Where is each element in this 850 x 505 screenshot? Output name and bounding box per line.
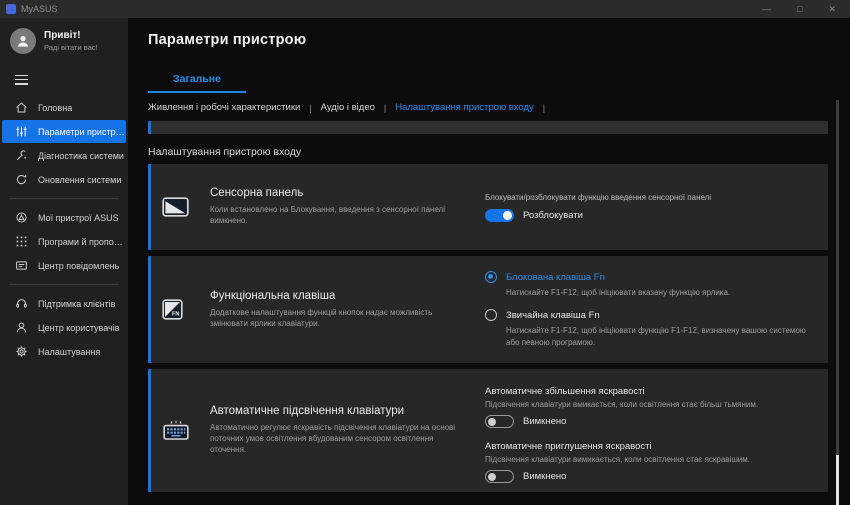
titlebar: MyASUS — □ ✕: [0, 0, 850, 18]
sidebar-item-home[interactable]: Головна: [2, 96, 126, 119]
auto-brightness-down-description: Підсвічення клавіатури вимикається, коли…: [485, 455, 816, 464]
sidebar-item-label: Головна: [38, 103, 72, 113]
message-icon: [15, 259, 29, 273]
subnav-input-device-settings[interactable]: Налаштування пристрою входу: [395, 102, 534, 113]
card-title: Автоматичне підсвічення клавіатури: [210, 405, 467, 417]
sidebar-item-device-settings[interactable]: Параметри пристрою: [2, 120, 126, 143]
tab-general[interactable]: Загальне: [148, 69, 246, 93]
sidebar-item-settings[interactable]: Налаштування: [2, 340, 126, 363]
sidebar: Привіт! Раді вітати вас! Головна: [0, 18, 128, 505]
sidebar-item-diagnostics[interactable]: Діагностика системи: [2, 144, 126, 167]
wrench-icon: [15, 149, 29, 163]
sidebar-item-my-devices[interactable]: Мої пристрої ASUS: [2, 206, 126, 229]
auto-brightness-down-toggle[interactable]: [485, 470, 514, 483]
auto-brightness-up-title: Автоматичне збільшення яскравості: [485, 386, 816, 397]
radio-locked-fn[interactable]: Блокована клавіша Fn: [485, 271, 816, 283]
greeting-title: Привіт!: [44, 30, 98, 41]
apps-grid-icon: [15, 235, 29, 249]
sidebar-item-customer-support[interactable]: Підтримка клієнтів: [2, 292, 126, 315]
scrollbar-thumb[interactable]: [836, 455, 839, 505]
myasus-window: MyASUS — □ ✕ Привіт! Раді вітати вас!: [0, 0, 850, 505]
person-icon: [15, 321, 29, 335]
tab-bar: Загальне: [148, 69, 828, 93]
tab-general-label: Загальне: [173, 73, 221, 85]
sidebar-item-system-update[interactable]: Оновлення системи: [2, 168, 126, 191]
sidebar-item-label: Підтримка клієнтів: [38, 299, 115, 309]
main-content: Параметри пристрою Загальне Живлення і р…: [128, 18, 850, 505]
sidebar-nav: Головна Параметри пристрою Діаг: [0, 96, 128, 363]
radio-label: Блокована клавіша Fn: [506, 272, 605, 283]
card-description: Автоматично регулює яскравість підсвічен…: [210, 423, 467, 455]
auto-brightness-up-toggle[interactable]: [485, 415, 514, 428]
section-title: Налаштування пристрою входу: [148, 146, 828, 158]
radio-selected-icon[interactable]: [485, 271, 497, 283]
divider: [9, 198, 119, 199]
page-title: Параметри пристрою: [148, 32, 828, 48]
auto-brightness-down-title: Автоматичне приглушення яскравості: [485, 441, 816, 452]
subnav-separator: |: [543, 103, 545, 113]
subnav: Живлення і робочі характеристики | Аудіо…: [148, 102, 828, 113]
card-description: Додаткове налаштування функцій кнопок на…: [210, 308, 467, 330]
radio-unselected-icon[interactable]: [485, 309, 497, 321]
auto-brightness-down-state: Вимкнено: [523, 471, 566, 482]
radio-description: Натискайте F1-F12, щоб ініціювати вказан…: [506, 287, 816, 298]
person-silhouette-icon: [15, 33, 31, 49]
sidebar-item-label: Центр повідомлень: [38, 261, 119, 271]
touchpad-card: Сенсорна панель Коли встановлено на Блок…: [148, 164, 828, 250]
sidebar-item-label: Налаштування: [38, 347, 100, 357]
svg-text:FN: FN: [172, 312, 179, 318]
card-title: Функціональна клавіша: [210, 290, 467, 302]
subnav-separator: |: [384, 103, 386, 113]
keyboard-backlight-card: Автоматичне підсвічення клавіатури Автом…: [148, 369, 828, 492]
touchpad-toggle-state: Розблокувати: [523, 210, 583, 221]
maximize-button[interactable]: □: [797, 0, 802, 18]
subnav-power-performance[interactable]: Живлення і робочі характеристики: [148, 102, 300, 113]
sidebar-item-label: Центр користувачів: [38, 323, 120, 333]
headset-icon: [15, 297, 29, 311]
subnav-audio-video[interactable]: Аудіо і відео: [321, 102, 375, 113]
sidebar-item-label: Параметри пристрою: [38, 127, 126, 137]
fn-key-icon: FN: [162, 299, 210, 320]
radio-normal-fn[interactable]: Звичайна клавіша Fn: [485, 309, 816, 321]
partially-scrolled-card: [148, 121, 828, 134]
avatar[interactable]: [10, 28, 36, 54]
divider: [9, 284, 119, 285]
card-title: Сенсорна панель: [210, 187, 467, 199]
touchpad-toggle-caption: Блокувати/розблокувати функцію введення …: [485, 193, 816, 202]
sidebar-item-user-center[interactable]: Центр користувачів: [2, 316, 126, 339]
auto-brightness-up-state: Вимкнено: [523, 416, 566, 427]
sidebar-item-label: Діагностика системи: [38, 151, 124, 161]
radio-description: Натискайте F1-F12, щоб ініціювати функці…: [506, 325, 816, 347]
subnav-separator: |: [309, 103, 311, 113]
greeting-subtitle: Раді вітати вас!: [44, 43, 98, 52]
keyboard-backlight-icon: [162, 420, 210, 441]
minimize-button[interactable]: —: [762, 0, 771, 18]
sliders-icon: [15, 125, 29, 139]
gear-icon: [15, 345, 29, 359]
menu-icon[interactable]: [0, 62, 128, 95]
close-button[interactable]: ✕: [828, 0, 836, 18]
sidebar-item-label: Мої пристрої ASUS: [38, 213, 119, 223]
function-key-card: FN Функціональна клавіша Додаткове налаш…: [148, 256, 828, 363]
scrollbar-track[interactable]: [836, 100, 839, 505]
radio-label: Звичайна клавіша Fn: [506, 310, 600, 321]
touchpad-toggle[interactable]: [485, 209, 514, 222]
app-title: MyASUS: [21, 4, 58, 14]
sidebar-item-label: Програми й пропозиції від...: [38, 237, 126, 247]
user-block[interactable]: Привіт! Раді вітати вас!: [0, 18, 128, 62]
touchpad-icon: [162, 197, 210, 217]
auto-brightness-up-description: Підсвічення клавіатури вмикається, коли …: [485, 400, 816, 409]
myasus-logo-icon: [6, 4, 16, 14]
home-icon: [15, 101, 29, 115]
card-description: Коли встановлено на Блокування, введення…: [210, 205, 467, 227]
sidebar-item-apps-offers[interactable]: Програми й пропозиції від...: [2, 230, 126, 253]
sidebar-item-message-center[interactable]: Центр повідомлень: [2, 254, 126, 277]
device-circle-icon: [15, 211, 29, 225]
sidebar-item-label: Оновлення системи: [38, 175, 121, 185]
refresh-icon: [15, 173, 29, 187]
